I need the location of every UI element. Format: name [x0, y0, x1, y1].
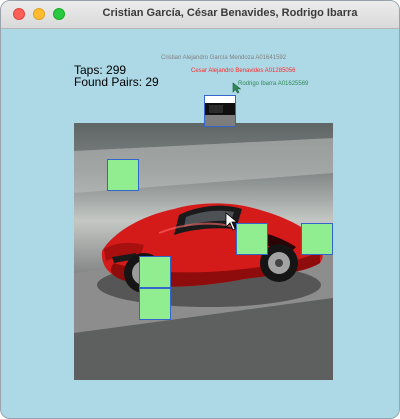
hidden-tile[interactable]: [301, 223, 333, 255]
minimize-window-button[interactable]: [33, 8, 45, 20]
cursor-arrow-icon: [232, 82, 242, 94]
hidden-tile[interactable]: [107, 159, 139, 191]
revealed-tile[interactable]: [204, 95, 236, 127]
title-bar: Cristian García, César Benavides, Rodrig…: [1, 1, 399, 29]
close-window-button[interactable]: [13, 8, 25, 20]
found-pairs-counter: Found Pairs: 29: [74, 75, 159, 89]
tile-image-fragment: [205, 96, 235, 126]
game-canvas[interactable]: Taps: 299 Found Pairs: 29 Cristian Aleja…: [1, 29, 399, 418]
maximize-window-button[interactable]: [53, 8, 65, 20]
hidden-tile[interactable]: [236, 223, 268, 255]
hidden-tile[interactable]: [139, 288, 171, 320]
window-title: Cristian García, César Benavides, Rodrig…: [102, 7, 358, 19]
app-window: Cristian García, César Benavides, Rodrig…: [0, 0, 400, 419]
credit-line-1: Cristian Alejandro García Mendoza A01641…: [161, 55, 287, 61]
credit-line-2: Cesar Alejandro Benavides A01285056: [191, 68, 296, 74]
hidden-tile[interactable]: [139, 256, 171, 288]
credit-line-3: Rodrigo Ibarra A01625569: [238, 81, 309, 87]
